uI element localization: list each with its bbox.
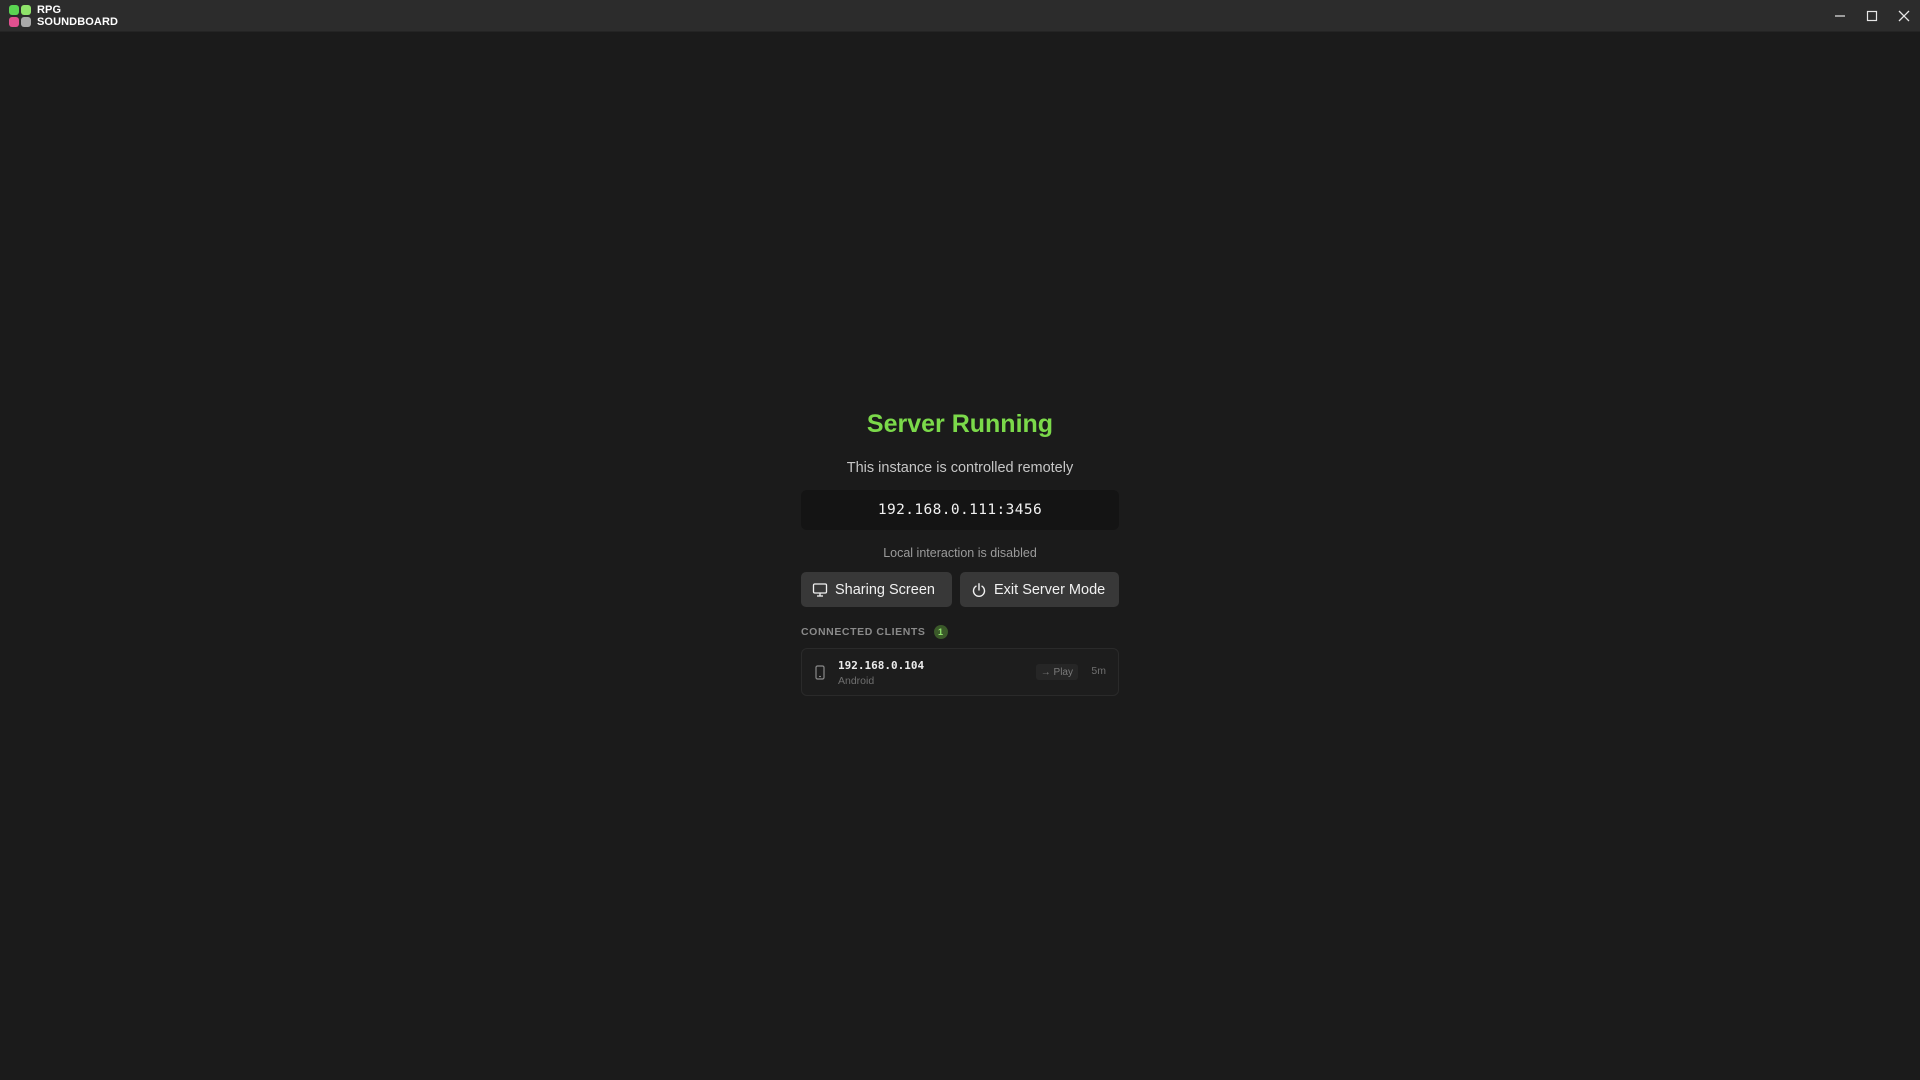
app-logo-icon <box>9 5 31 27</box>
minimize-icon <box>1835 15 1845 17</box>
sharing-screen-button[interactable]: Sharing Screen <box>801 572 952 607</box>
client-view-tag: → Play <box>1035 664 1078 680</box>
maximize-icon <box>1866 10 1878 22</box>
phone-icon <box>814 665 826 680</box>
server-subtitle: This instance is controlled remotely <box>846 460 1074 476</box>
exit-server-mode-label: Exit Server Mode <box>994 581 1106 598</box>
maximize-button[interactable] <box>1856 0 1888 32</box>
client-ip: 192.168.0.104 <box>838 659 925 672</box>
title-bar: RPG SOUNDBOARD <box>0 0 1920 32</box>
close-button[interactable] <box>1888 0 1920 32</box>
sharing-screen-label: Sharing Screen <box>835 581 935 598</box>
minimize-button[interactable] <box>1824 0 1856 32</box>
server-status-title: Server Running <box>866 410 1054 438</box>
exit-server-mode-button[interactable]: Exit Server Mode <box>960 572 1119 607</box>
local-interaction-note: Local interaction is disabled <box>883 546 1037 560</box>
client-row: 192.168.0.104 Android → Play 5m <box>801 648 1119 696</box>
window-controls <box>1824 0 1920 32</box>
client-count-badge: 1 <box>933 625 948 639</box>
app-name-line2: SOUNDBOARD <box>37 16 119 28</box>
connected-clients-label: CONNECTED CLIENTS <box>801 626 926 638</box>
monitor-icon <box>812 582 828 598</box>
server-panel: Server Running This instance is controll… <box>801 400 1119 696</box>
action-buttons: Sharing Screen Exit Server Mode <box>801 572 1119 607</box>
client-platform: Android <box>838 675 875 687</box>
app-name-line1: RPG <box>37 4 62 16</box>
close-icon <box>1898 10 1910 22</box>
client-connected-time: 5m <box>1091 665 1106 677</box>
connected-clients-header: CONNECTED CLIENTS 1 <box>801 625 1119 639</box>
power-icon <box>971 582 987 598</box>
app-name: RPG SOUNDBOARD <box>37 4 118 28</box>
server-address: 192.168.0.111:3456 <box>801 490 1119 530</box>
